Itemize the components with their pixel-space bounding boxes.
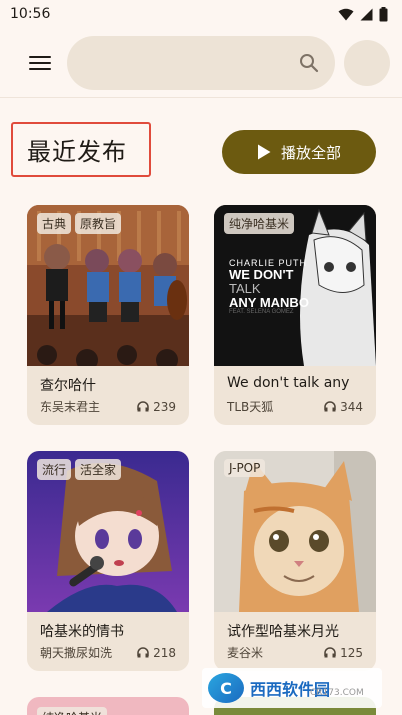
status-icons — [338, 6, 388, 22]
avatar[interactable] — [344, 40, 390, 86]
tag: J-POP — [224, 459, 266, 477]
play-count: 218 — [137, 644, 176, 661]
song-card[interactable]: 古典 原教旨 查尔哈什 东吴末君主 239 — [27, 205, 189, 425]
play-count-value: 125 — [340, 645, 363, 660]
tag-list: 纯净哈基米 — [37, 707, 108, 715]
headphones-icon — [324, 647, 336, 658]
song-title: 试作型哈基米月光 — [227, 624, 339, 640]
watermark-subtext: CR173.COM — [310, 688, 364, 698]
cover-line: TALK — [229, 281, 261, 297]
song-author: TLB天狐 — [227, 400, 274, 414]
cover-text: CHARLIE PUTH WE DON'T TALK ANY MANBO FEA… — [229, 258, 309, 316]
play-count-value: 239 — [153, 399, 176, 414]
song-card[interactable]: CHARLIE PUTH WE DON'T TALK ANY MANBO FEA… — [214, 205, 376, 425]
search-input[interactable] — [67, 36, 277, 90]
play-icon — [257, 144, 271, 160]
cover-line: ANY MANBO — [229, 294, 309, 310]
tag-list: 古典 原教旨 — [37, 213, 122, 234]
battery-icon — [379, 6, 388, 21]
song-meta: TLB天狐 344 — [227, 398, 363, 415]
cover-line: WE DON'T — [229, 267, 294, 283]
song-title: 哈基米的情书 — [40, 624, 124, 640]
song-meta: 麦谷米 125 — [227, 644, 363, 661]
headphones-icon — [137, 647, 149, 658]
tag: 流行 — [37, 459, 72, 480]
tag-list: J-POP — [224, 459, 266, 477]
headphones-icon — [324, 401, 336, 412]
tag: 古典 — [37, 213, 72, 234]
song-meta: 东吴末君主 239 — [40, 398, 176, 415]
section-header: 最近发布 — [11, 122, 151, 177]
top-app-bar — [0, 28, 402, 98]
tag-list: 纯净哈基米 — [224, 213, 295, 234]
play-count-value: 218 — [153, 645, 176, 660]
search-icon[interactable] — [299, 53, 319, 73]
section-title: 最近发布 — [27, 138, 127, 166]
play-all-label: 播放全部 — [280, 143, 341, 162]
tag: 活全家 — [75, 459, 122, 480]
song-card[interactable]: 纯净哈基米 — [27, 697, 189, 715]
song-card[interactable]: 流行 活全家 哈基米的情书 朝天撒尿如洗 218 — [27, 451, 189, 671]
search-bar[interactable] — [67, 36, 335, 90]
play-count-value: 344 — [340, 399, 363, 414]
tag-list: 流行 活全家 — [37, 459, 122, 480]
watermark-logo-icon: C — [208, 673, 244, 703]
song-meta: 朝天撒尿如洗 218 — [40, 644, 176, 661]
menu-icon[interactable] — [20, 47, 60, 79]
song-author: 麦谷米 — [227, 646, 264, 660]
wifi-icon — [338, 8, 354, 20]
tag: 纯净哈基米 — [37, 707, 108, 715]
song-author: 东吴末君主 — [40, 400, 101, 414]
song-title: 查尔哈什 — [40, 378, 96, 394]
signal-icon — [360, 8, 373, 20]
song-title: We don't talk any — [227, 375, 350, 391]
play-count: 239 — [137, 398, 176, 415]
headphones-icon — [137, 401, 149, 412]
cover-line: FEAT. SELENA GOMEZ — [229, 309, 294, 316]
song-card[interactable]: J-POP 试作型哈基米月光 麦谷米 125 — [214, 451, 376, 671]
tag: 原教旨 — [75, 213, 122, 234]
song-author: 朝天撒尿如洗 — [40, 646, 113, 660]
status-time: 10:56 — [10, 6, 51, 22]
tag: 纯净哈基米 — [224, 213, 295, 234]
play-count: 344 — [324, 398, 363, 415]
status-bar: 10:56 — [0, 0, 402, 28]
play-count: 125 — [324, 644, 363, 661]
play-all-button[interactable]: 播放全部 — [222, 130, 376, 174]
